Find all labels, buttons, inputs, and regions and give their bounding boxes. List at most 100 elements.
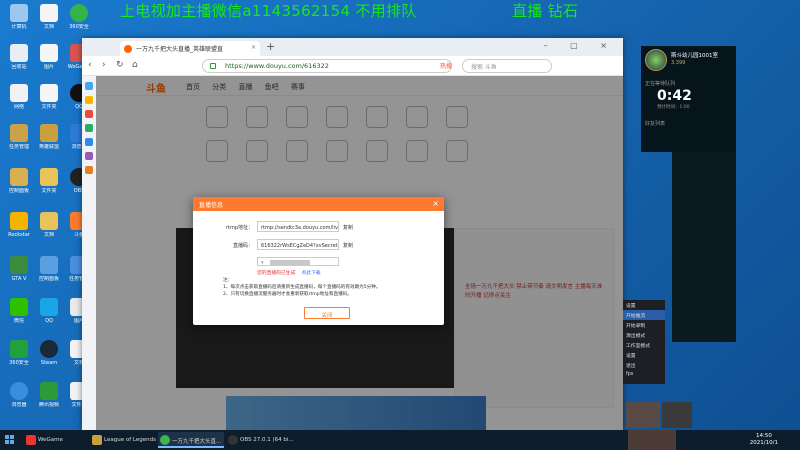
close-button[interactable]: 关闭: [304, 307, 350, 319]
computer-icon: [10, 4, 28, 22]
wegame-icon: [26, 435, 36, 445]
tab-close-icon[interactable]: ×: [251, 44, 256, 51]
dialog-notes: 注： 1、每次点击获取直播码后请重新生成直播码，每个直播码的有效期为5分钟。 2…: [223, 277, 423, 298]
control-panel-icon: [40, 256, 58, 274]
menu-item[interactable]: 开始推流: [623, 310, 665, 320]
task-lol[interactable]: League of Legends: [90, 432, 156, 448]
book-icon: [10, 124, 28, 142]
desktop-icon-lol[interactable]: 英雄联盟: [34, 124, 64, 160]
recycle-bin-icon: [10, 44, 28, 62]
banner-right-text: 直播 钻石: [512, 2, 579, 20]
browser-icon: [10, 382, 28, 400]
system-clock[interactable]: 14:50 2021/10/1: [750, 433, 778, 447]
task-wegame[interactable]: WeGame: [24, 432, 84, 448]
note-2: 2、只有切换直播流服务器时才会重新获取rtmp地址和直播码。: [223, 292, 352, 297]
rockstar-icon: [10, 212, 28, 230]
overlay-banner: 上电视加主播微信a1143562154 不用排队 直播 钻石: [120, 0, 640, 22]
browser-tab[interactable]: 一万九千把大头直播_英雄联盟直 ×: [120, 41, 260, 56]
sidebar-app-icon[interactable]: [85, 152, 93, 160]
task-obs[interactable]: OBS 27.0.1 (64 bi...: [226, 432, 294, 448]
shield-icon: [10, 340, 28, 358]
desktop-icon-doc[interactable]: 文档: [34, 4, 64, 40]
sidebar-app-icon[interactable]: [85, 96, 93, 104]
menu-item[interactable]: 工作室模式: [623, 340, 665, 350]
menu-item[interactable]: 演出模式: [623, 330, 665, 340]
friends-label[interactable]: 好友列表: [645, 120, 665, 127]
browser-icon: [160, 435, 170, 445]
desktop-icon-360[interactable]: 360安全: [64, 4, 94, 40]
menu-item[interactable]: 开始录制: [623, 320, 665, 330]
desktop-icon-book[interactable]: 任务管理: [4, 124, 34, 160]
desktop-icon-control[interactable]: 控制面板: [34, 256, 64, 292]
room-name: 斯斗幼儿园1001室: [671, 53, 718, 59]
new-tab-button[interactable]: +: [266, 40, 275, 53]
menu-item[interactable]: 设置: [623, 300, 665, 310]
desktop-icon-video[interactable]: 腾讯视频: [34, 382, 64, 418]
hot-search-label[interactable]: 热搜: [440, 61, 452, 70]
league-icon: [40, 124, 58, 142]
sidebar-app-icon[interactable]: [85, 110, 93, 118]
desktop-icon-steam[interactable]: Steam: [34, 340, 64, 376]
desktop-icon-browser[interactable]: 浏览器: [4, 382, 34, 418]
rtmp-field[interactable]: rtmp://sendtc3a.douyu.com/live: [257, 221, 339, 232]
window-controls[interactable]: – ▢ ×: [544, 41, 617, 50]
browser-sidebar: [82, 76, 96, 430]
menu-item[interactable]: 设置: [623, 350, 665, 360]
copy-code-button[interactable]: 复制: [343, 242, 353, 249]
stream-code-label: 直播码：: [232, 243, 253, 249]
desktop-icon-qq[interactable]: QQ: [34, 298, 64, 334]
tab-title: 一万九千把大头直播_英雄联盟直: [136, 46, 224, 53]
obs-icon: [228, 435, 238, 445]
back-arrow-icon[interactable]: ‹: [88, 60, 92, 70]
close-icon[interactable]: ×: [432, 199, 439, 208]
desktop-icon-folder[interactable]: 文件夹: [34, 168, 64, 204]
avatar[interactable]: [645, 49, 667, 71]
url-text: https://www.douyu.com/616322: [225, 62, 329, 70]
queue-label: 正在等待队列: [645, 81, 676, 87]
desktop-icon-computer[interactable]: 计算机: [4, 4, 34, 40]
blurred-option: [270, 260, 310, 265]
streamer-cam-overlay: [628, 430, 676, 450]
desktop-icon-folder2[interactable]: 文档: [34, 212, 64, 248]
sidebar-app-icon[interactable]: [85, 124, 93, 132]
desktop-icon-rockstar[interactable]: Rockstar: [4, 212, 34, 248]
lol-queue-panel: 斯斗幼儿园1001室 3,399 正在等待队列 0:42 预计时间：1:00 好…: [641, 46, 736, 152]
obs-context-menu: 设置 开始推流 开始录制 演出模式 工作室模式 设置 退出 fps: [623, 300, 665, 384]
refresh-icon[interactable]: ↻: [116, 60, 124, 70]
desktop-icon-doc3[interactable]: 文件夹: [34, 84, 64, 120]
forward-arrow-icon[interactable]: ›: [102, 60, 106, 70]
league-icon: [92, 435, 102, 445]
desktop-icon-doc2[interactable]: 图片: [34, 44, 64, 80]
desktop-icon-file[interactable]: 网络: [4, 84, 34, 120]
search-box[interactable]: 搜索 斗鱼: [462, 59, 552, 73]
server-select[interactable]: ▾: [257, 257, 339, 266]
clock-date: 2021/10/1: [749, 440, 778, 446]
stream-code-field[interactable]: 616322rWsECgZeD4?xvSecret=****: [257, 239, 339, 250]
notes-title: 注：: [223, 278, 233, 283]
sidebar-app-icon[interactable]: [85, 166, 93, 174]
download-link[interactable]: 点此下载: [301, 271, 320, 276]
search-placeholder: 搜索 斗鱼: [471, 64, 497, 71]
sidebar-app-icon[interactable]: [85, 82, 93, 90]
folder-icon: [40, 212, 58, 230]
home-icon[interactable]: ⌂: [132, 60, 138, 70]
windows-start-icon[interactable]: [5, 435, 15, 445]
copy-rtmp-button[interactable]: 复制: [343, 224, 353, 231]
address-bar[interactable]: https://www.douyu.com/616322: [202, 59, 452, 73]
desktop-icon-book2[interactable]: 控制面板: [4, 168, 34, 204]
currency-value: 3,399: [671, 60, 686, 66]
tab-bar: 一万九千把大头直播_英雄联盟直 × + – ▢ ×: [82, 38, 623, 56]
wechat-icon: [10, 298, 28, 316]
desktop-icon-security[interactable]: 360安全: [4, 340, 34, 376]
desktop-icon-recycle[interactable]: 回收站: [4, 44, 34, 80]
desktop-icon-gtav[interactable]: GTA V: [4, 256, 34, 292]
file-icon: [10, 84, 28, 102]
note-1: 1、每次点击获取直播码后请重新生成直播码，每个直播码的有效期为5分钟。: [223, 285, 381, 290]
queue-timer: 0:42: [657, 88, 692, 104]
sidebar-app-icon[interactable]: [85, 138, 93, 146]
menu-item: fps: [626, 371, 634, 377]
friends-list[interactable]: [672, 152, 736, 342]
task-browser[interactable]: 一万九千把大头直...: [158, 432, 224, 448]
menu-item[interactable]: 退出: [623, 360, 665, 370]
desktop-icon-wechat[interactable]: 微信: [4, 298, 34, 334]
